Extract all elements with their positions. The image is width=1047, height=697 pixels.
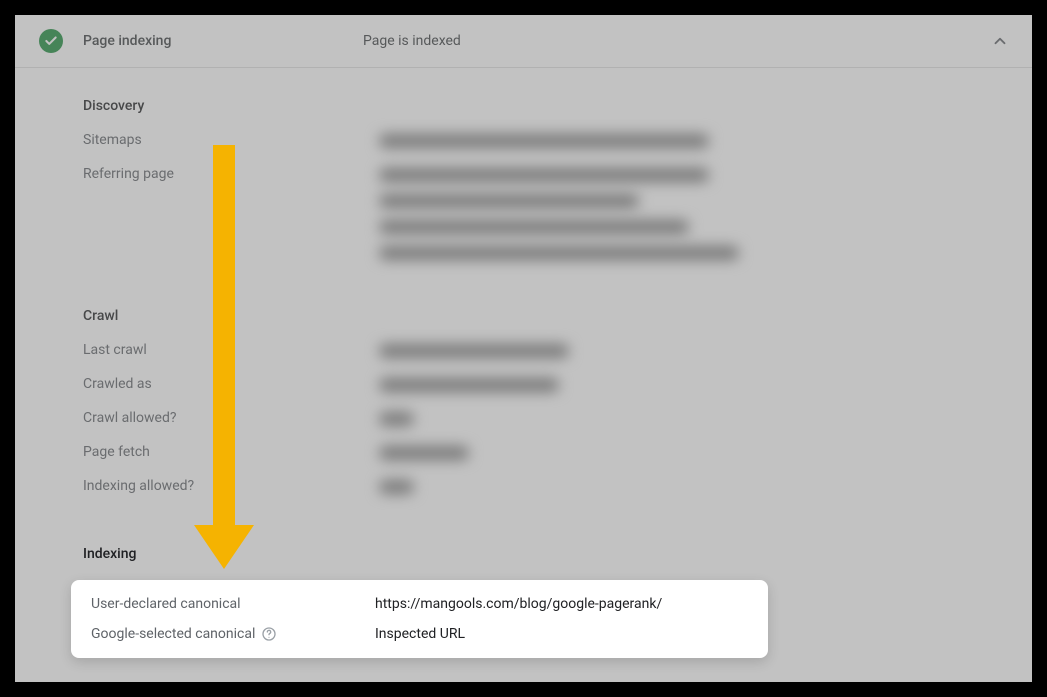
crawl-section-title: Crawl (83, 308, 1008, 324)
sitemaps-row: Sitemaps (83, 132, 1008, 154)
redacted-value (379, 246, 739, 260)
redacted-value (379, 378, 559, 392)
crawled-as-row: Crawled as (83, 376, 1008, 398)
header-status: Page is indexed (363, 33, 461, 49)
redacted-value (379, 220, 689, 234)
redacted-value (379, 480, 414, 494)
page-fetch-label: Page fetch (83, 444, 379, 460)
indexing-highlight-card: User-declared canonical https://mangools… (71, 580, 768, 658)
redacted-value (379, 134, 709, 148)
google-canonical-label: Google-selected canonical (91, 626, 375, 642)
crawl-allowed-label: Crawl allowed? (83, 410, 379, 426)
google-canonical-row: Google-selected canonical Inspected URL (91, 626, 748, 642)
sitemaps-value (379, 132, 709, 154)
page-fetch-row: Page fetch (83, 444, 1008, 466)
indexing-allowed-value (379, 478, 414, 500)
last-crawl-row: Last crawl (83, 342, 1008, 364)
google-canonical-label-text: Google-selected canonical (91, 626, 255, 642)
last-crawl-value (379, 342, 569, 364)
sitemaps-label: Sitemaps (83, 132, 379, 148)
redacted-value (379, 412, 414, 426)
check-circle-icon (39, 29, 63, 53)
panel-header: Page indexing Page is indexed (15, 15, 1032, 68)
page-indexing-panel: Page indexing Page is indexed Discovery … (15, 15, 1032, 682)
referring-page-value (379, 166, 739, 262)
redacted-value (379, 168, 709, 182)
last-crawl-label: Last crawl (83, 342, 379, 358)
panel-content: Discovery Sitemaps Referring page Crawl … (15, 68, 1032, 678)
user-canonical-label: User-declared canonical (91, 596, 375, 612)
indexing-section-title: Indexing (83, 546, 1008, 562)
page-fetch-value (379, 444, 469, 466)
help-icon[interactable] (261, 626, 277, 642)
google-canonical-value: Inspected URL (375, 626, 465, 642)
referring-page-row: Referring page (83, 166, 1008, 262)
redacted-value (379, 446, 469, 460)
crawl-allowed-row: Crawl allowed? (83, 410, 1008, 432)
crawl-allowed-value (379, 410, 414, 432)
redacted-value (379, 194, 639, 208)
discovery-section-title: Discovery (83, 98, 1008, 114)
redacted-value (379, 344, 569, 358)
user-canonical-value: https://mangools.com/blog/google-pageran… (375, 596, 662, 612)
user-canonical-row: User-declared canonical https://mangools… (91, 596, 748, 612)
collapse-button[interactable] (988, 29, 1012, 53)
header-title: Page indexing (83, 33, 363, 49)
indexing-allowed-row: Indexing allowed? (83, 478, 1008, 500)
crawled-as-value (379, 376, 559, 398)
indexing-allowed-label: Indexing allowed? (83, 478, 379, 494)
crawled-as-label: Crawled as (83, 376, 379, 392)
referring-page-label: Referring page (83, 166, 379, 182)
